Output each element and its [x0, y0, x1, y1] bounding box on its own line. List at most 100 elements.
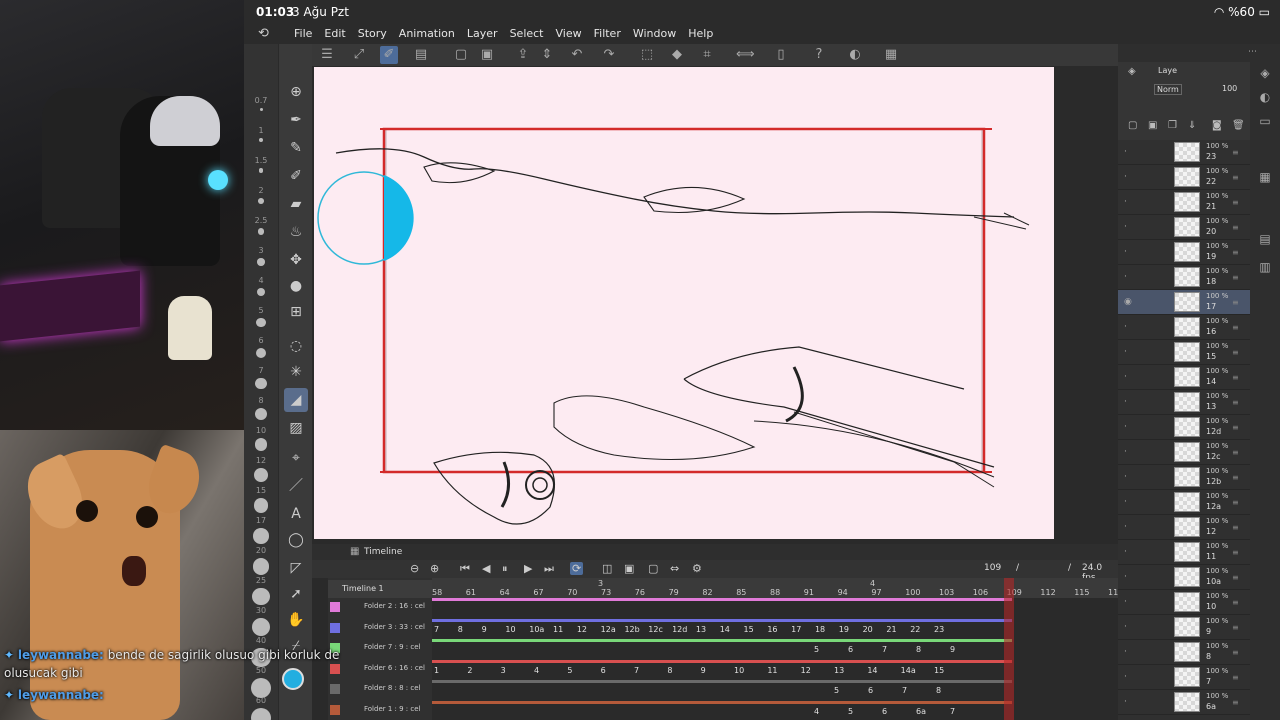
layer-properties-icon[interactable]: ◈: [1128, 66, 1136, 77]
drag-handle-icon[interactable]: ≡: [1232, 548, 1239, 557]
track-cells[interactable]: 7 8 9 10 10a 11 12 12a 12b 12c 12d 13 14 15 16 17 18 19 20…: [432, 618, 1118, 639]
text-icon[interactable]: A: [284, 502, 308, 526]
lasso-icon[interactable]: ◌: [284, 334, 308, 358]
cel-label[interactable]: 3: [501, 666, 506, 675]
close-panel-icon[interactable]: ⋯: [1248, 47, 1257, 57]
cel-label[interactable]: 12c: [648, 625, 663, 634]
hidden-eye-icon[interactable]: ·: [1124, 222, 1127, 232]
eye-icon[interactable]: ◉: [1124, 297, 1132, 307]
pause-icon[interactable]: ⏸: [502, 562, 508, 576]
drag-handle-icon[interactable]: ≡: [1232, 273, 1239, 282]
menu-item[interactable]: Help: [682, 27, 719, 40]
layer-row[interactable]: · 100 % 12a ≡: [1118, 490, 1250, 515]
hidden-eye-icon[interactable]: ·: [1124, 422, 1127, 432]
brush-size-dot[interactable]: [253, 498, 269, 513]
drag-handle-icon[interactable]: ≡: [1232, 448, 1239, 457]
drag-handle-icon[interactable]: ≡: [1232, 423, 1239, 432]
cel-label[interactable]: 15: [744, 625, 754, 634]
drag-handle-icon[interactable]: ≡: [1232, 173, 1239, 182]
hidden-eye-icon[interactable]: ·: [1124, 322, 1127, 332]
cel-label[interactable]: 4: [814, 707, 819, 716]
cel-label[interactable]: 21: [886, 625, 896, 634]
drag-handle-icon[interactable]: ≡: [1232, 398, 1239, 407]
hidden-eye-icon[interactable]: ·: [1124, 197, 1127, 207]
brush-size-dot[interactable]: [254, 468, 268, 482]
drag-handle-icon[interactable]: ≡: [1232, 323, 1239, 332]
help-icon[interactable]: ?: [810, 46, 828, 64]
brush-size-dot[interactable]: [251, 708, 271, 720]
menu-item[interactable]: Filter: [588, 27, 627, 40]
track-cells[interactable]: [432, 598, 1118, 618]
layer-row[interactable]: · 100 % 23 ≡: [1118, 140, 1250, 165]
cel-label[interactable]: 6a: [916, 707, 926, 716]
cel-label[interactable]: 13: [696, 625, 706, 634]
pen-mode-icon[interactable]: ✐: [380, 46, 398, 64]
brush-size-dot[interactable]: [258, 168, 264, 173]
cel-label[interactable]: 12a: [601, 625, 616, 634]
cel-label[interactable]: 14a: [901, 666, 916, 675]
cel-label[interactable]: 11: [767, 666, 777, 675]
navigator-icon[interactable]: ▦: [1256, 170, 1274, 188]
menu-item[interactable]: View: [550, 27, 588, 40]
brush-size-dot[interactable]: [254, 438, 268, 451]
menu-item[interactable]: Edit: [318, 27, 351, 40]
drag-handle-icon[interactable]: ≡: [1232, 698, 1239, 707]
layer-row[interactable]: · 100 % 11 ≡: [1118, 540, 1250, 565]
cel-label[interactable]: 15: [934, 666, 944, 675]
layer-row[interactable]: · 100 % 12c ≡: [1118, 440, 1250, 465]
cel-label[interactable]: 6: [601, 666, 606, 675]
fill-bucket-icon[interactable]: ◢: [284, 388, 308, 412]
onion-skin-icon[interactable]: ◫: [602, 562, 612, 575]
cel-label[interactable]: 11: [553, 625, 563, 634]
hidden-eye-icon[interactable]: ·: [1124, 497, 1127, 507]
layer-row[interactable]: · 100 % 8 ≡: [1118, 640, 1250, 665]
hidden-eye-icon[interactable]: ·: [1124, 347, 1127, 357]
cel-label[interactable]: 6: [868, 686, 873, 695]
brush-size-dot[interactable]: [257, 258, 265, 266]
cel-label[interactable]: 9: [482, 625, 487, 634]
hidden-eye-icon[interactable]: ·: [1124, 522, 1127, 532]
undo-icon[interactable]: ↶: [568, 46, 586, 64]
layer-opacity[interactable]: 100: [1222, 84, 1237, 93]
export-icon[interactable]: ⇪: [514, 46, 532, 64]
brush-size-dot[interactable]: [257, 228, 265, 235]
hidden-eye-icon[interactable]: ·: [1124, 547, 1127, 557]
cel-label[interactable]: 20: [863, 625, 873, 634]
cel-label[interactable]: 14: [867, 666, 877, 675]
layer-row[interactable]: · 100 % 20 ≡: [1118, 215, 1250, 240]
brush-icon[interactable]: ✐: [284, 164, 308, 188]
cel-label[interactable]: 5: [848, 707, 853, 716]
cel-label[interactable]: 6: [848, 645, 853, 654]
drag-handle-icon[interactable]: ≡: [1232, 648, 1239, 657]
cel-label[interactable]: 9: [950, 645, 955, 654]
pencil-icon[interactable]: ✎: [284, 136, 308, 160]
cel-label[interactable]: 5: [567, 666, 572, 675]
gradient-icon[interactable]: ▨: [284, 416, 308, 440]
folder-icon[interactable]: ▣: [478, 46, 496, 64]
hidden-eye-icon[interactable]: ·: [1124, 272, 1127, 282]
layer-row[interactable]: · 100 % 21 ≡: [1118, 190, 1250, 215]
hidden-eye-icon[interactable]: ·: [1124, 672, 1127, 682]
track-grid[interactable]: 7 8 9 10 10a 11 12 12a 12b 12c 12d 13 14 15 16 17 18 19 20…: [432, 598, 1118, 720]
magic-wand-icon[interactable]: ✳: [284, 360, 308, 384]
eraser-icon[interactable]: ▰: [284, 192, 308, 216]
layer-panel-label[interactable]: Laye: [1158, 66, 1177, 75]
zoom-in-icon[interactable]: ⊕: [430, 562, 439, 575]
download-icon[interactable]: ⊕: [284, 80, 308, 104]
layers-icon[interactable]: ◈: [1256, 66, 1274, 84]
cel-label[interactable]: 14: [720, 625, 730, 634]
drag-handle-icon[interactable]: ≡: [1232, 598, 1239, 607]
layer-row[interactable]: · 100 % 15 ≡: [1118, 340, 1250, 365]
cel-label[interactable]: 7: [950, 707, 955, 716]
next-frame-icon[interactable]: ▶: [524, 562, 532, 575]
layer-row[interactable]: · 100 % 9 ≡: [1118, 615, 1250, 640]
layer-row[interactable]: · 100 % 6a ≡: [1118, 690, 1250, 715]
mask-icon[interactable]: ◙: [1212, 120, 1222, 131]
layer-row[interactable]: · 100 % 12 ≡: [1118, 515, 1250, 540]
menu-item[interactable]: Layer: [461, 27, 504, 40]
brush-size-dot[interactable]: [255, 348, 267, 359]
track-cells[interactable]: 5 6 7 8 9: [432, 639, 1118, 659]
drag-handle-icon[interactable]: ≡: [1232, 348, 1239, 357]
menu-icon[interactable]: ☰: [318, 46, 336, 64]
cel-label[interactable]: 8: [458, 625, 463, 634]
